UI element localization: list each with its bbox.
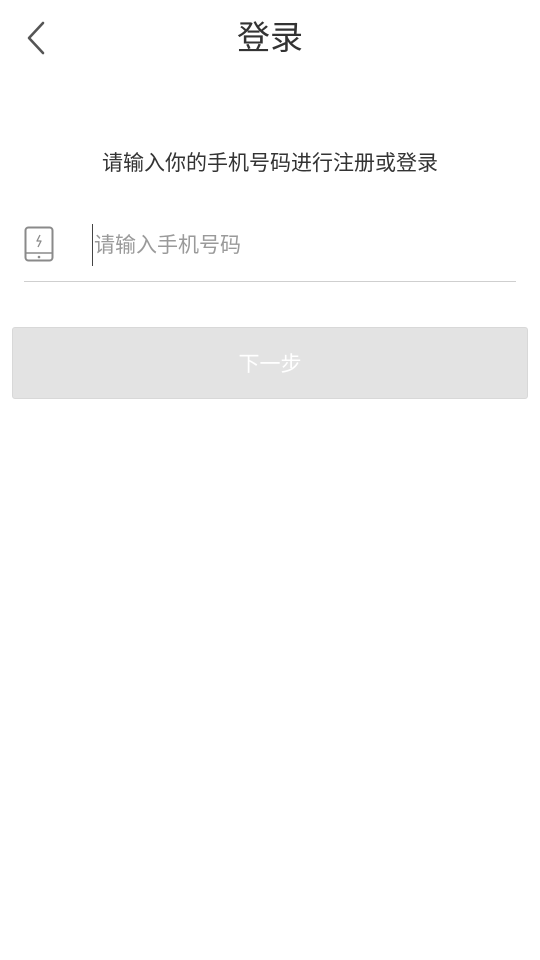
- mobile-phone-icon: [24, 226, 54, 262]
- login-page: 登录 请输入你的手机号码进行注册或登录 下一步: [0, 0, 540, 960]
- header-bar: 登录: [0, 0, 540, 78]
- page-title: 登录: [237, 18, 303, 57]
- phone-input-row: [24, 216, 516, 282]
- instruction-text: 请输入你的手机号码进行注册或登录: [102, 151, 438, 175]
- phone-number-input[interactable]: [92, 224, 514, 266]
- next-step-button[interactable]: 下一步: [12, 327, 528, 399]
- next-step-label: 下一步: [238, 352, 302, 376]
